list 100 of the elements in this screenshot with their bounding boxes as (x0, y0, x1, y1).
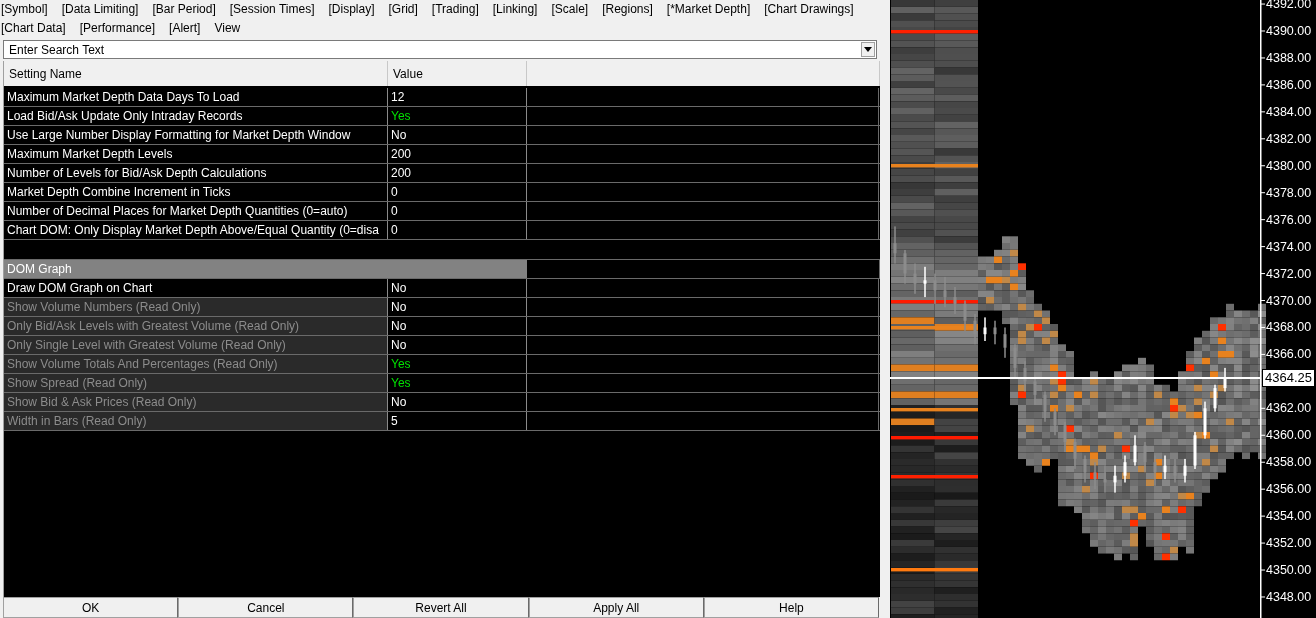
price-label: 4392.00 (1266, 0, 1312, 12)
setting-name[interactable]: Number of Decimal Places for Market Depth Quantities (0=auto) (4, 202, 388, 220)
candlestick (923, 266, 927, 298)
setting-name[interactable]: Number of Levels for Bid/Ask Depth Calculations (4, 164, 388, 182)
setting-value[interactable]: No (388, 298, 527, 316)
candlestick (1163, 455, 1167, 480)
menu-tab[interactable]: View (214, 21, 241, 35)
candlestick (973, 314, 977, 345)
candlestick (1073, 438, 1077, 469)
setting-value[interactable]: Yes (388, 107, 527, 125)
candlestick (1183, 458, 1187, 483)
setting-name[interactable]: Show Bid & Ask Prices (Read Only) (4, 393, 388, 411)
menu-tab[interactable]: [*Market Depth] (666, 2, 751, 16)
candlestick (1003, 327, 1007, 358)
candlestick (953, 287, 957, 314)
setting-name[interactable]: Only Single Level with Greatest Volume (Read Only) (4, 336, 388, 354)
group-header: DOM Graph (4, 260, 527, 278)
price-label: 4386.00 (1266, 77, 1312, 92)
setting-value[interactable]: Yes (388, 355, 527, 373)
setting-value[interactable]: No (388, 279, 527, 297)
menu-tab[interactable]: [Symbol] (1, 2, 48, 16)
setting-name[interactable]: Show Volume Numbers (Read Only) (4, 298, 388, 316)
column-header[interactable]: Value (388, 61, 527, 86)
price-label: 4372.00 (1266, 266, 1312, 281)
candlestick (1143, 442, 1147, 473)
candlestick (1063, 421, 1067, 453)
setting-value[interactable]: 0 (388, 221, 527, 239)
candlestick (1093, 462, 1097, 490)
price-label: 4390.00 (1266, 24, 1312, 38)
setting-name[interactable]: Draw DOM Graph on Chart (4, 279, 388, 297)
menu-tab[interactable]: [Regions] (602, 2, 653, 16)
setting-value[interactable]: Yes (388, 374, 527, 392)
setting-value[interactable]: No (388, 393, 527, 411)
price-label: 4368.00 (1266, 320, 1312, 335)
menu-tab[interactable]: [Chart Drawings] (764, 2, 854, 16)
menu-tab[interactable]: [Scale] (551, 2, 589, 16)
price-label: 4378.00 (1266, 185, 1312, 200)
setting-value[interactable]: 200 (388, 164, 527, 182)
candlestick (1123, 455, 1127, 483)
price-label: 4352.00 (1266, 536, 1312, 551)
price-label: 4388.00 (1266, 50, 1312, 65)
setting-name[interactable]: Show Volume Totals And Percentages (Read Only) (4, 355, 388, 373)
candlestick (1113, 465, 1117, 493)
menu-tab[interactable]: [Linking] (492, 2, 538, 16)
setting-value[interactable]: No (388, 336, 527, 354)
setting-value[interactable]: 0 (388, 183, 527, 201)
candlestick (1043, 391, 1047, 422)
menu-tab[interactable]: [Data Limiting] (61, 2, 139, 16)
setting-name[interactable]: Load Bid/Ask Update Only Intraday Records (4, 107, 388, 125)
candlestick (1023, 361, 1027, 392)
menu-tab[interactable]: [Grid] (388, 2, 418, 16)
dialog-button[interactable]: Apply All (528, 597, 704, 618)
setting-name[interactable]: Width in Bars (Read Only) (4, 412, 388, 430)
candlestick (1053, 408, 1057, 436)
candlestick (1203, 401, 1207, 439)
candlestick (993, 320, 997, 345)
price-label: 4348.00 (1266, 589, 1312, 604)
price-label: 4384.00 (1266, 104, 1312, 119)
price-label: 4366.00 (1266, 347, 1312, 362)
column-header[interactable]: Setting Name (4, 61, 388, 86)
setting-value[interactable]: 5 (388, 412, 527, 430)
menu-tab[interactable]: [Display] (328, 2, 375, 16)
setting-name[interactable]: Use Large Number Display Formatting for Market Depth Window (4, 126, 388, 144)
price-label: 4382.00 (1266, 131, 1312, 146)
menu-tab[interactable]: [Performance] (79, 21, 156, 35)
setting-name[interactable]: Chart DOM: Only Display Market Depth Above/Equal Quantity (0=disa (4, 221, 388, 239)
price-label: 4376.00 (1266, 212, 1312, 227)
menu-tab[interactable]: [Chart Data] (1, 21, 66, 35)
menu-tab[interactable]: [Trading] (431, 2, 479, 16)
price-label: 4350.00 (1266, 563, 1312, 577)
setting-value[interactable]: 0 (388, 202, 527, 220)
price-label: 4360.00 (1266, 428, 1312, 443)
price-label: 4358.00 (1266, 455, 1312, 470)
candlestick (1193, 431, 1197, 469)
current-price-label: 4364.25 (1262, 369, 1315, 387)
price-label: 4356.00 (1266, 482, 1312, 497)
candlestick (1223, 367, 1227, 392)
candlestick (1133, 435, 1137, 466)
candlestick (983, 317, 987, 341)
menu-tab[interactable]: [Alert] (169, 21, 201, 35)
setting-name[interactable]: Market Depth Combine Increment in Ticks (4, 183, 388, 201)
candlestick (963, 300, 967, 331)
price-label: 4380.00 (1266, 158, 1312, 173)
menu-tab[interactable]: [Bar Period] (152, 2, 216, 16)
setting-name[interactable]: Show Spread (Read Only) (4, 374, 388, 392)
setting-name[interactable]: Only Bid/Ask Levels with Greatest Volume (Read Only) (4, 317, 388, 335)
dialog-button[interactable]: OK (3, 597, 179, 618)
dialog-button[interactable]: Revert All (353, 597, 529, 618)
candlestick (1153, 455, 1157, 486)
setting-value[interactable]: No (388, 126, 527, 144)
dialog-button[interactable]: Help (703, 597, 879, 618)
setting-name[interactable]: Maximum Market Depth Data Days To Load (4, 88, 388, 106)
setting-value[interactable]: 200 (388, 145, 527, 163)
setting-value[interactable]: No (388, 317, 527, 335)
setting-value[interactable]: 12 (388, 88, 527, 106)
candlestick (893, 226, 897, 264)
price-label: 4362.00 (1266, 401, 1312, 416)
setting-name[interactable]: Maximum Market Depth Levels (4, 145, 388, 163)
menu-tab[interactable]: [Session Times] (229, 2, 315, 16)
dialog-button[interactable]: Cancel (178, 597, 354, 618)
